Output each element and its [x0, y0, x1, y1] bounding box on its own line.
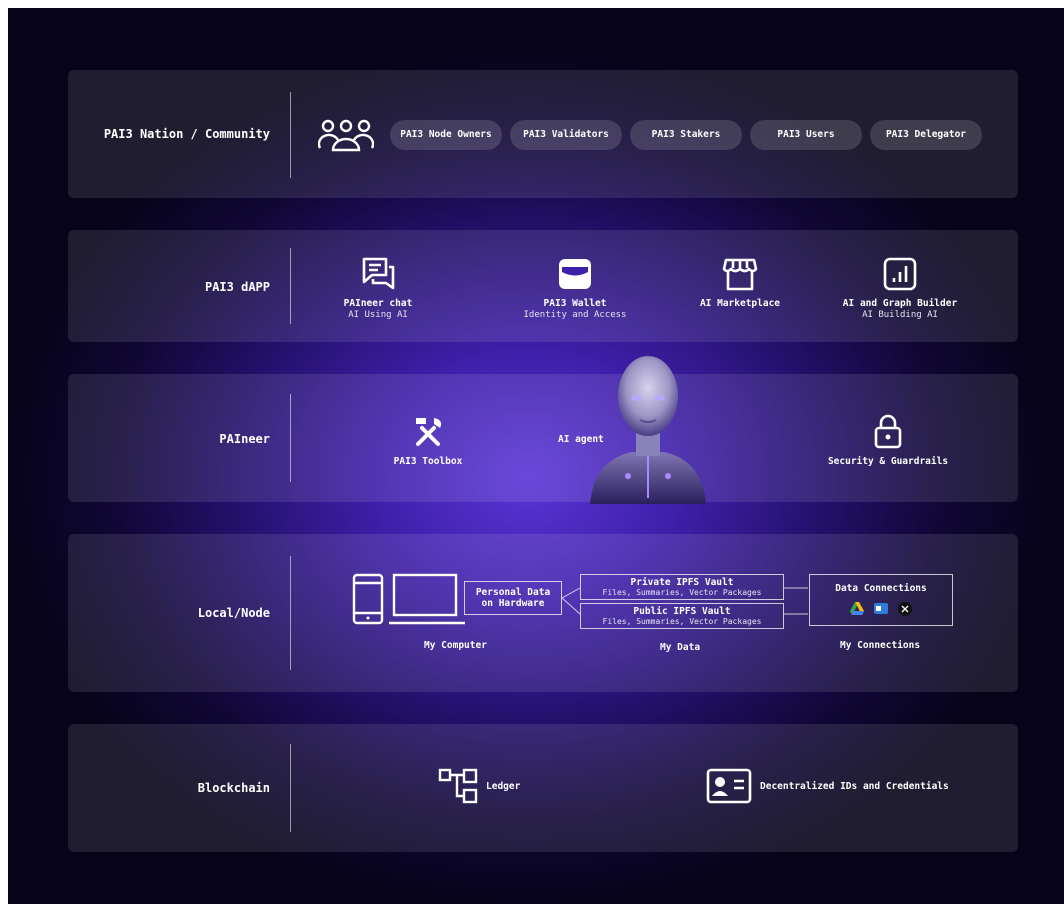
- diagram-canvas: PAI3 Nation / Community PAI3 Node Owners…: [8, 8, 1064, 904]
- caption-my-connections: My Connections: [840, 640, 921, 651]
- community-label: PAI3 Nation / Community: [103, 127, 270, 141]
- community-divider: [290, 92, 291, 178]
- ai-agent-label: AI agent: [558, 434, 604, 445]
- dapp-item-subtitle: AI Using AI: [348, 310, 408, 320]
- private-vault-box: Private IPFS Vault Files, Summaries, Vec…: [580, 574, 784, 600]
- dapp-item-subtitle: Identity and Access: [523, 310, 627, 320]
- data-connections-title: Data Connections: [835, 583, 927, 594]
- google-drive-icon: [850, 602, 865, 615]
- caption-my-data: My Data: [660, 642, 701, 653]
- pill-stakers: PAI3 Stakers: [630, 120, 742, 150]
- ledger-icon: [438, 768, 478, 804]
- security-label: Security & Guardrails: [827, 456, 949, 467]
- chart-icon: [883, 257, 917, 291]
- users-icon: [318, 119, 374, 152]
- paineer-divider: [290, 394, 291, 482]
- pill-node-owners: PAI3 Node Owners: [390, 120, 502, 150]
- local-divider: [290, 556, 291, 670]
- public-vault-subtitle: Files, Summaries, Vector Packages: [602, 617, 762, 626]
- public-vault-box: Public IPFS Vault Files, Summaries, Vect…: [580, 603, 784, 629]
- dapp-item-chat: PAIneer chat AI Using AI: [318, 256, 438, 321]
- dapp-item-marketplace: AI Marketplace: [680, 256, 800, 310]
- caption-my-computer: My Computer: [424, 640, 487, 651]
- lock-icon: [874, 414, 902, 449]
- personal-data-box: Personal Data on Hardware: [464, 581, 562, 615]
- toolbox-label: PAI3 Toolbox: [393, 456, 463, 467]
- dapp-label: PAI3 dAPP: [204, 280, 270, 294]
- dapp-item-builder: AI and Graph Builder AI Building AI: [820, 256, 980, 321]
- dapp-divider: [290, 248, 291, 324]
- x-icon: [897, 601, 912, 616]
- dapp-item-subtitle: AI Building AI: [862, 310, 938, 320]
- personal-data-line1: Personal Data: [475, 587, 551, 598]
- dapp-item-title: AI Marketplace: [699, 298, 781, 309]
- dapp-item-title: AI and Graph Builder: [842, 298, 958, 309]
- store-icon: [722, 258, 758, 291]
- tools-icon: [416, 418, 442, 446]
- outlook-icon: [874, 603, 888, 614]
- dapp-band: PAI3 dAPP PAIneer chat AI Using AI PAI3 …: [68, 230, 1018, 342]
- ai-agent-figure: [590, 356, 706, 504]
- laptop-icon: [389, 573, 465, 625]
- id-card-icon: [706, 768, 752, 804]
- dapp-item-title: PAI3 Wallet: [543, 298, 607, 309]
- community-band: PAI3 Nation / Community PAI3 Node Owners…: [68, 70, 1018, 198]
- security-item: Security & Guardrails: [808, 414, 968, 468]
- blockchain-divider: [290, 744, 291, 832]
- dapp-item-title: PAIneer chat: [343, 298, 413, 309]
- pill-users: PAI3 Users: [750, 120, 862, 150]
- paineer-label: PAIneer: [219, 432, 270, 446]
- local-label: Local/Node: [197, 606, 270, 620]
- dapp-item-wallet: PAI3 Wallet Identity and Access: [505, 256, 645, 321]
- ids-label: Decentralized IDs and Credentials: [760, 781, 949, 792]
- personal-data-line2: on Hardware: [481, 598, 545, 609]
- public-vault-title: Public IPFS Vault: [633, 606, 731, 617]
- chat-icon: [362, 257, 395, 290]
- toolbox-item: PAI3 Toolbox: [368, 414, 488, 468]
- phone-icon: [352, 573, 384, 625]
- private-vault-subtitle: Files, Summaries, Vector Packages: [602, 588, 762, 597]
- ledger-label: Ledger: [486, 781, 521, 792]
- pill-validators: PAI3 Validators: [510, 120, 622, 150]
- private-vault-title: Private IPFS Vault: [630, 577, 734, 588]
- pill-delegator: PAI3 Delegator: [870, 120, 982, 150]
- wallet-icon: [559, 259, 591, 289]
- data-connections-box: Data Connections: [809, 574, 953, 626]
- blockchain-label: Blockchain: [197, 781, 270, 795]
